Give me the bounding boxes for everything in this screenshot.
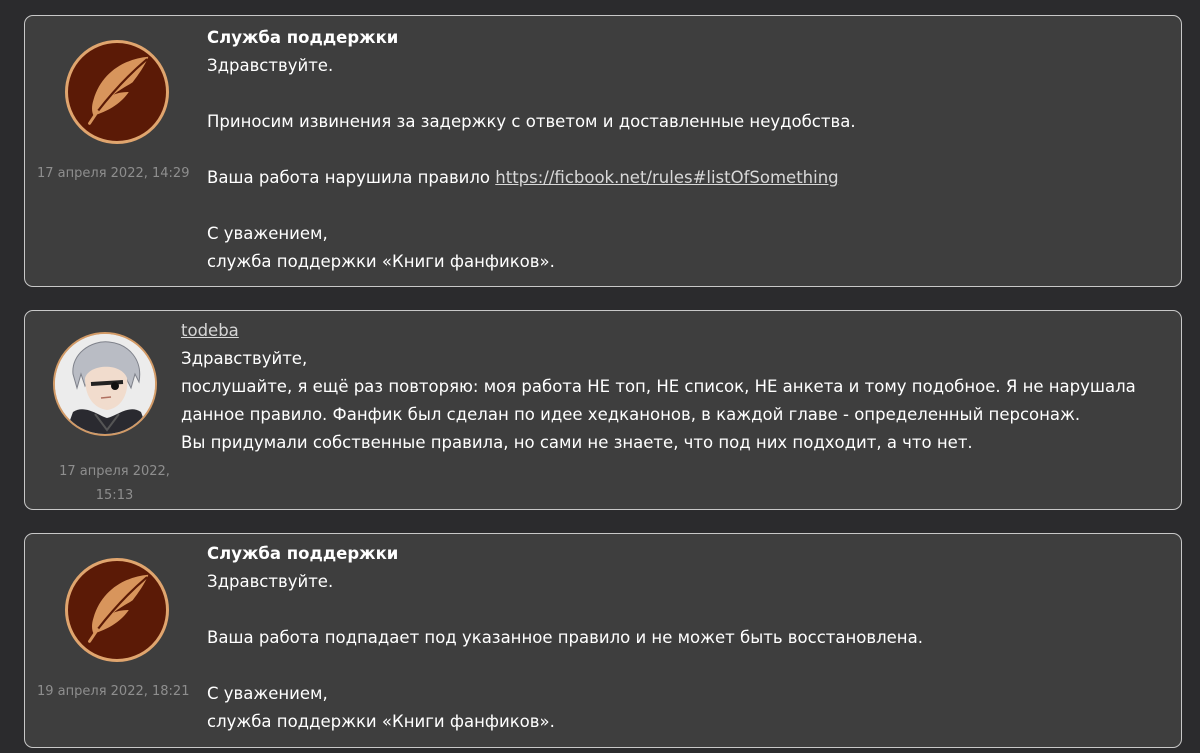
message-text: Ваша работа подпадает под указанное прав… [207, 628, 923, 647]
message-content: Служба поддержки Здравствуйте. Приносим … [207, 24, 1167, 276]
message-text: данное правило. Фанфик был сделан по иде… [181, 405, 1081, 424]
message-content: todeba Здравствуйте, послушайте, я ещё р… [181, 317, 1171, 457]
signature-line: служба поддержки «Книги фанфиков». [207, 252, 555, 271]
message-text: Ваша работа нарушила правило https://fic… [207, 164, 1167, 192]
signature-line: С уважением, [207, 684, 328, 703]
anime-character-avatar [55, 334, 155, 434]
signature-line: С уважением, [207, 224, 328, 243]
message-text: Здравствуйте. [207, 56, 334, 75]
author-name: Служба поддержки [207, 544, 399, 563]
quill-feather-icon [88, 56, 149, 125]
message-text: Здравствуйте. [207, 572, 334, 591]
message-date: 17 апреля 2022, 15:13 [37, 460, 192, 508]
support-avatar[interactable] [65, 40, 169, 144]
author-name: Служба поддержки [207, 28, 399, 47]
author-link[interactable]: todeba [181, 321, 239, 340]
message-card: 19 апреля 2022, 18:21 Служба поддержки З… [24, 533, 1182, 748]
message-time: 15:13 [95, 488, 134, 503]
signature-line: служба поддержки «Книги фанфиков». [207, 712, 555, 731]
user-avatar[interactable] [53, 332, 157, 436]
message-card: 17 апреля 2022, 15:13 todeba Здравствуйт… [24, 310, 1182, 510]
rules-link[interactable]: https://ficbook.net/rules#listOfSomethin… [495, 168, 838, 187]
message-date-line: 17 апреля 2022, [59, 464, 170, 479]
message-text: Вы придумали собственные правила, но сам… [181, 433, 973, 452]
message-card: 17 апреля 2022, 14:29 Служба поддержки З… [24, 15, 1182, 287]
message-content: Служба поддержки Здравствуйте. Ваша рабо… [207, 540, 1167, 736]
message-text-prefix: Ваша работа нарушила правило [207, 168, 496, 187]
quill-feather-icon [88, 574, 149, 643]
support-avatar[interactable] [65, 558, 169, 662]
message-date: 19 апреля 2022, 18:21 [37, 684, 190, 699]
message-date: 17 апреля 2022, 14:29 [37, 166, 190, 181]
message-text: Приносим извинения за задержку с ответом… [207, 112, 856, 131]
message-text: Здравствуйте, [181, 349, 308, 368]
message-text: послушайте, я ещё раз повторяю: моя рабо… [181, 377, 1136, 396]
